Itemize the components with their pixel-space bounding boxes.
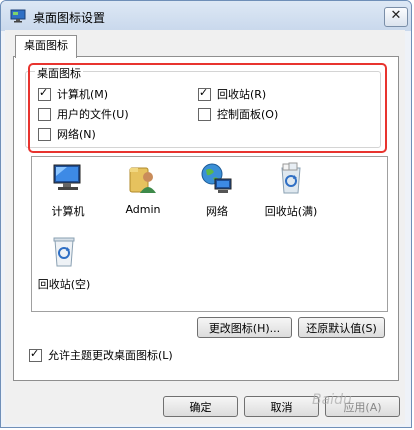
icon-item-recycle-bin-full[interactable]: 回收站(满) [259, 162, 323, 219]
recycle-bin-full-icon [281, 162, 301, 194]
change-icon-button[interactable]: 更改图标(H)... [197, 317, 292, 338]
user-folder-icon [129, 167, 156, 193]
checkbox-recycle-bin[interactable]: 回收站(R) [198, 86, 266, 102]
icon-item-admin[interactable]: Admin [111, 162, 175, 216]
checkbox-checked-icon [198, 86, 211, 101]
checkbox-unchecked-icon [198, 107, 211, 121]
desktop-icon [10, 9, 26, 23]
recycle-bin-empty-icon [53, 237, 75, 267]
checkbox-control-panel[interactable]: 控制面板(O) [198, 106, 278, 122]
checkbox-allow-themes[interactable]: 允许主题更改桌面图标(L) [29, 347, 173, 363]
checkbox-user-files[interactable]: 用户的文件(U) [38, 106, 129, 122]
checkbox-label: 允许主题更改桌面图标(L) [48, 349, 173, 362]
close-icon: ✕ [390, 8, 402, 23]
checkbox-unchecked-icon [38, 127, 51, 141]
close-button[interactable]: ✕ [384, 7, 408, 27]
checkbox-label: 控制面板(O) [217, 108, 279, 121]
cancel-button[interactable]: 取消 [244, 396, 319, 417]
icon-item-network[interactable]: 网络 [185, 162, 249, 219]
checkbox-unchecked-icon [38, 107, 51, 121]
window-title: 桌面图标设置 [33, 11, 106, 25]
checkbox-label: 用户的文件(U) [57, 108, 129, 121]
network-icon [201, 163, 232, 193]
icon-item-computer[interactable]: 计算机 [36, 162, 100, 219]
checkbox-network[interactable]: 网络(N) [38, 126, 96, 142]
title-bar[interactable]: 桌面图标设置 ✕ [1, 1, 411, 31]
tab-label: 桌面图标 [24, 39, 68, 52]
checkbox-label: 回收站(R) [217, 88, 267, 101]
restore-default-button[interactable]: 还原默认值(S) [298, 317, 385, 338]
icon-label: 网络 [206, 205, 228, 218]
checkbox-label: 网络(N) [57, 128, 96, 141]
checkbox-computer[interactable]: 计算机(M) [38, 86, 108, 102]
ok-button[interactable]: 确定 [163, 396, 238, 417]
baidu-watermark: Baidu [312, 392, 352, 408]
icon-label: 回收站(满) [264, 205, 318, 218]
icon-label: 计算机 [51, 205, 85, 218]
icon-item-recycle-bin-empty[interactable]: 回收站(空) [32, 235, 96, 292]
checkbox-label: 计算机(M) [57, 88, 109, 101]
computer-icon [53, 164, 81, 190]
checkbox-checked-icon [38, 86, 51, 101]
icon-label: Admin [125, 203, 161, 216]
checkbox-checked-icon [29, 347, 42, 362]
tab-desktop-icons[interactable]: 桌面图标 [15, 35, 77, 58]
icon-label: 回收站(空) [37, 278, 91, 291]
